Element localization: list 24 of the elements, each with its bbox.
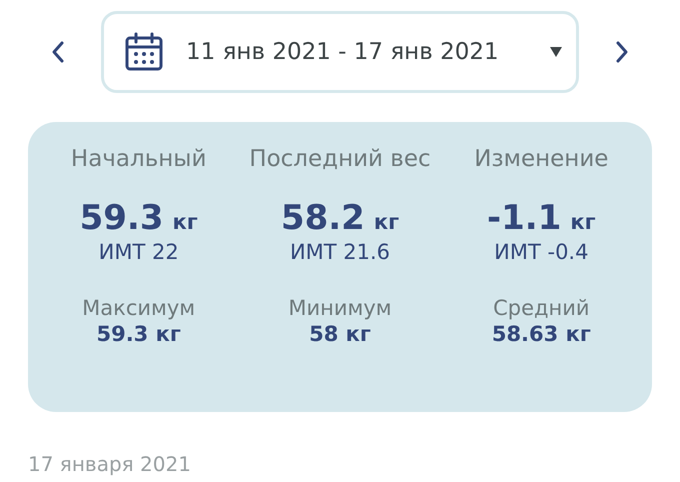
stat-value: 59.3 кг (96, 322, 181, 346)
bmi-value: ИМТ 21.6 (290, 240, 390, 264)
weight-unit: кг (374, 210, 400, 234)
chevron-left-icon (51, 40, 65, 64)
caret-down-icon (550, 47, 562, 57)
date-range-picker[interactable]: 11 янв 2021 - 17 янв 2021 (101, 11, 579, 93)
stat-label: Изменение (474, 146, 608, 172)
calendar-icon (124, 32, 164, 72)
weight-unit: кг (172, 210, 198, 234)
weight-value: 59.3 (80, 198, 164, 238)
weight-value: -1.1 (487, 198, 562, 238)
stat-label: Средний (493, 296, 590, 320)
stat-value: 58.63 кг (492, 322, 591, 346)
weight-value: 58.2 (280, 198, 365, 238)
stat-label: Последний вес (249, 146, 431, 172)
chevron-right-icon (615, 40, 629, 64)
stat-value: 58 кг (309, 322, 371, 346)
bmi-value: ИМТ 22 (98, 240, 179, 264)
day-heading: 17 января 2021 (28, 452, 192, 476)
bmi-value: ИМТ -0.4 (494, 240, 588, 264)
weight-unit: кг (570, 210, 596, 234)
stat-label: Максимум (82, 296, 196, 320)
stat-label: Минимум (288, 296, 392, 320)
stat-label: Начальный (70, 146, 206, 172)
